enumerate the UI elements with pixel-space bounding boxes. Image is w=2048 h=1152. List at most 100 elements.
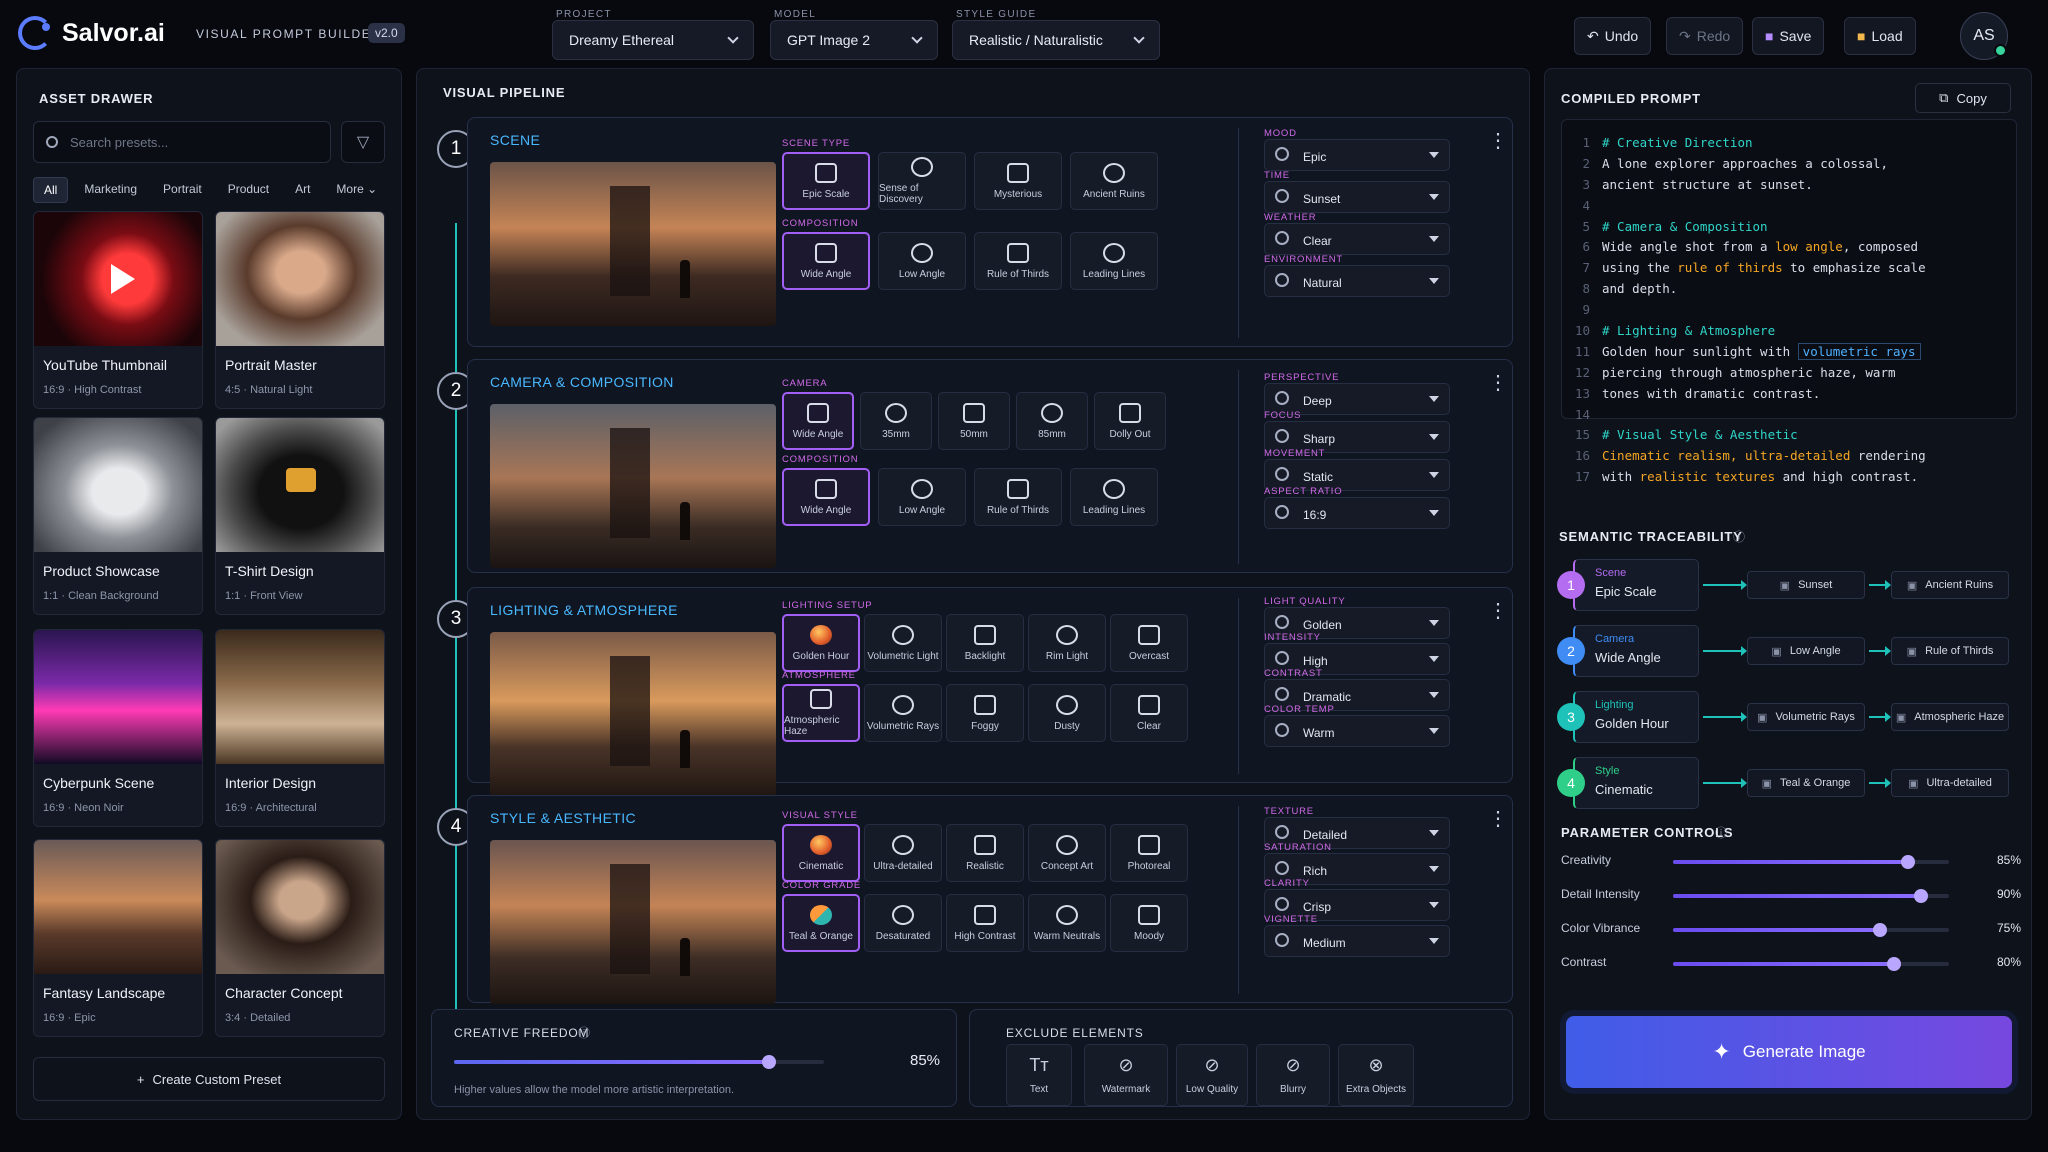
slider-knob[interactable] xyxy=(1886,957,1901,971)
option-mysterious[interactable]: Mysterious xyxy=(974,152,1062,210)
option-realistic[interactable]: Realistic xyxy=(946,824,1024,882)
slider-knob[interactable] xyxy=(1873,923,1887,937)
trace-card[interactable]: Camera Wide Angle xyxy=(1573,625,1699,677)
chip-art[interactable]: Art xyxy=(285,177,320,203)
more-options-icon[interactable]: ⋮ xyxy=(1488,373,1508,393)
option-sense-of-discovery[interactable]: Sense of Discovery xyxy=(878,152,966,210)
option-low-angle[interactable]: Low Angle xyxy=(878,232,966,290)
creative-freedom-slider[interactable] xyxy=(454,1055,824,1069)
chip-portrait[interactable]: Portrait xyxy=(153,177,212,203)
option-rim-light[interactable]: Rim Light xyxy=(1028,614,1106,672)
preset-card[interactable]: Interior Design 16:9 · Architectural xyxy=(215,629,385,827)
option-concept-art[interactable]: Concept Art xyxy=(1028,824,1106,882)
param-select-time[interactable]: Sunset xyxy=(1264,181,1450,213)
param-select-vignette[interactable]: Medium xyxy=(1264,925,1450,957)
option-cinematic[interactable]: Cinematic xyxy=(782,824,860,882)
more-options-icon[interactable]: ⋮ xyxy=(1488,809,1508,829)
style-guide-select[interactable]: Realistic / Naturalistic xyxy=(952,20,1160,60)
param-slider[interactable] xyxy=(1673,855,1949,869)
preset-card[interactable]: Fantasy Landscape 16:9 · Epic xyxy=(33,839,203,1037)
undo-button[interactable]: ↶ Undo xyxy=(1574,17,1652,55)
trace-card[interactable]: Scene Epic Scale xyxy=(1573,559,1699,611)
option-epic-scale[interactable]: Epic Scale xyxy=(782,152,870,210)
preset-card[interactable]: Character Concept 3:4 · Detailed xyxy=(215,839,385,1037)
option-golden-hour[interactable]: Golden Hour xyxy=(782,614,860,672)
trace-card[interactable]: Style Cinematic xyxy=(1573,757,1699,809)
trace-node[interactable]: ▣ Rule of Thirds xyxy=(1891,637,2009,665)
copy-button[interactable]: ⧉ Copy xyxy=(1915,83,2011,113)
option-35mm[interactable]: 35mm xyxy=(860,392,932,450)
trace-node[interactable]: ▣ Sunset xyxy=(1747,571,1865,599)
exclude-watermark-button[interactable]: ⊘ Watermark xyxy=(1084,1044,1168,1106)
option-atmospheric-haze[interactable]: Atmospheric Haze xyxy=(782,684,860,742)
option-high-contrast[interactable]: High Contrast xyxy=(946,894,1024,952)
load-button[interactable]: ■ Load xyxy=(1844,17,1916,55)
option-teal-orange[interactable]: Teal & Orange xyxy=(782,894,860,952)
filter-button[interactable]: ▽ xyxy=(341,121,385,163)
slider-knob[interactable] xyxy=(761,1055,776,1069)
option-rule-of-thirds[interactable]: Rule of Thirds xyxy=(974,468,1062,526)
option-dusty[interactable]: Dusty xyxy=(1028,684,1106,742)
preset-card[interactable]: Cyberpunk Scene 16:9 · Neon Noir xyxy=(33,629,203,827)
option-foggy[interactable]: Foggy xyxy=(946,684,1024,742)
exclude-blurry-button[interactable]: ⊘ Blurry xyxy=(1256,1044,1330,1106)
trace-node[interactable]: ▣ Ancient Ruins xyxy=(1891,571,2009,599)
slider-knob[interactable] xyxy=(1900,855,1915,869)
option-ultra-detailed[interactable]: Ultra-detailed xyxy=(864,824,942,882)
option-wide-angle[interactable]: Wide Angle xyxy=(782,232,870,290)
option-desaturated[interactable]: Desaturated xyxy=(864,894,942,952)
create-custom-preset-button[interactable]: + Create Custom Preset xyxy=(33,1057,385,1101)
exclude-text-button[interactable]: Tт Text xyxy=(1006,1044,1072,1106)
preset-card[interactable]: Portrait Master 4:5 · Natural Light xyxy=(215,211,385,409)
option-volumetric-rays[interactable]: Volumetric Rays xyxy=(864,684,942,742)
option-85mm[interactable]: 85mm xyxy=(1016,392,1088,450)
exclude-low-quality-button[interactable]: ⊘ Low Quality xyxy=(1176,1044,1248,1106)
option-backlight[interactable]: Backlight xyxy=(946,614,1024,672)
avatar[interactable]: AS xyxy=(1960,12,2008,60)
trace-node[interactable]: ▣ Ultra-detailed xyxy=(1891,769,2009,797)
redo-button[interactable]: ↷ Redo xyxy=(1666,17,1744,55)
option-volumetric-light[interactable]: Volumetric Light xyxy=(864,614,942,672)
chip-all[interactable]: All xyxy=(33,177,69,203)
option-leading-lines[interactable]: Leading Lines xyxy=(1070,232,1158,290)
trace-node[interactable]: ▣ Atmospheric Haze xyxy=(1891,703,2009,731)
option-moody[interactable]: Moody xyxy=(1110,894,1188,952)
param-slider[interactable] xyxy=(1673,889,1949,903)
option-wide-angle[interactable]: Wide Angle xyxy=(782,468,870,526)
option-50mm[interactable]: 50mm xyxy=(938,392,1010,450)
slider-knob[interactable] xyxy=(1914,889,1929,903)
param-select-weather[interactable]: Clear xyxy=(1264,223,1450,255)
trace-card[interactable]: Lighting Golden Hour xyxy=(1573,691,1699,743)
option-low-angle[interactable]: Low Angle xyxy=(878,468,966,526)
preset-card[interactable]: T-Shirt Design 1:1 · Front View xyxy=(215,417,385,615)
project-select[interactable]: Dreamy Ethereal xyxy=(552,20,754,60)
param-slider[interactable] xyxy=(1673,957,1949,971)
chip-marketing[interactable]: Marketing xyxy=(74,177,147,203)
chip-more[interactable]: More ⌄ xyxy=(326,177,387,203)
option-photoreal[interactable]: Photoreal xyxy=(1110,824,1188,882)
option-warm-neutrals[interactable]: Warm Neutrals xyxy=(1028,894,1106,952)
param-select-mood[interactable]: Epic xyxy=(1264,139,1450,171)
trace-node[interactable]: ▣ Low Angle xyxy=(1747,637,1865,665)
model-select[interactable]: GPT Image 2 xyxy=(770,20,938,60)
trace-node[interactable]: ▣ Volumetric Rays xyxy=(1747,703,1865,731)
param-select-environment[interactable]: Natural xyxy=(1264,265,1450,297)
generate-image-button[interactable]: ✦ Generate Image xyxy=(1566,1016,2012,1088)
preset-card[interactable]: YouTube Thumbnail 16:9 · High Contrast xyxy=(33,211,203,409)
param-select-aspect-ratio[interactable]: 16:9 xyxy=(1264,497,1450,529)
search-input[interactable]: Search presets... xyxy=(33,121,331,163)
param-select-color-temp[interactable]: Warm xyxy=(1264,715,1450,747)
trace-node[interactable]: ▣ Teal & Orange xyxy=(1747,769,1865,797)
option-leading-lines[interactable]: Leading Lines xyxy=(1070,468,1158,526)
option-overcast[interactable]: Overcast xyxy=(1110,614,1188,672)
more-options-icon[interactable]: ⋮ xyxy=(1488,601,1508,621)
exclude-extra-objects-button[interactable]: ⊗ Extra Objects xyxy=(1338,1044,1414,1106)
option-clear[interactable]: Clear xyxy=(1110,684,1188,742)
option-rule-of-thirds[interactable]: Rule of Thirds xyxy=(974,232,1062,290)
option-dolly-out[interactable]: Dolly Out xyxy=(1094,392,1166,450)
option-ancient-ruins[interactable]: Ancient Ruins xyxy=(1070,152,1158,210)
param-slider[interactable] xyxy=(1673,923,1949,937)
compiled-prompt-code[interactable]: 1 # Creative Direction 2 A lone explorer ap… xyxy=(1561,119,2017,484)
preset-card[interactable]: Product Showcase 1:1 · Clean Background xyxy=(33,417,203,615)
chip-product[interactable]: Product xyxy=(218,177,279,203)
